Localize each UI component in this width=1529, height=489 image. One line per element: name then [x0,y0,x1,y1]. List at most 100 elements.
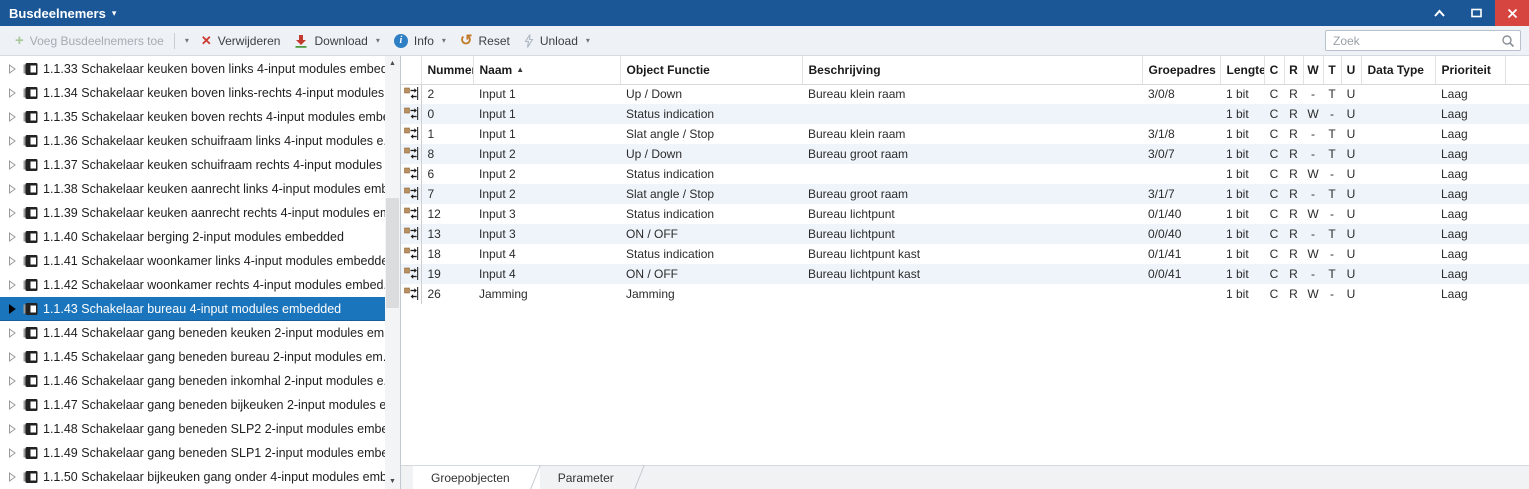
expand-arrow-icon[interactable] [7,63,18,75]
expand-arrow-icon[interactable] [7,231,18,243]
tree-item-device[interactable]: 1.1.43 Schakelaar bureau 4-input modules… [0,297,385,321]
table-row[interactable]: 6 Input 2 Status indication 1 bit C R W … [401,164,1529,184]
column-header-u[interactable]: U [1341,56,1362,85]
column-header-icon[interactable] [401,56,422,85]
panel-title-dropdown[interactable]: Busdeelnemers ▾ [0,6,116,21]
tree-item-device[interactable]: 1.1.34 Schakelaar keuken boven links-rec… [0,81,385,105]
cell-flag-r: R [1289,287,1298,301]
expand-arrow-icon[interactable] [7,207,18,219]
collapse-panel-button[interactable] [1421,0,1458,26]
table-row[interactable]: 26 Jamming Jamming 1 bit C R W - U Laag [401,284,1529,304]
scrollbar-thumb[interactable] [386,198,399,308]
cell-nummer: 12 [427,207,441,221]
column-header-groepadres[interactable]: Groepadres [1142,56,1221,85]
reset-button[interactable]: ↺ Reset [453,29,517,53]
expand-arrow-icon[interactable] [7,447,18,459]
scroll-up-icon[interactable]: ▲ [385,56,400,71]
table-row[interactable]: 12 Input 3 Status indication Bureau lich… [401,204,1529,224]
maximize-button[interactable] [1458,0,1495,26]
column-header-prioriteit[interactable]: Prioriteit [1435,56,1506,85]
expand-arrow-icon[interactable] [7,303,18,315]
expand-arrow-icon[interactable] [7,87,18,99]
cell-prioriteit: Laag [1441,227,1468,241]
cell-flag-u: U [1346,287,1356,301]
expand-arrow-icon[interactable] [7,111,18,123]
expand-arrow-icon[interactable] [7,399,18,411]
tree-item-device[interactable]: 1.1.41 Schakelaar woonkamer links 4-inpu… [0,249,385,273]
tree-item-device[interactable]: 1.1.47 Schakelaar gang beneden bijkeuken… [0,393,385,417]
cell-flag-c: C [1269,247,1279,261]
tree-item-device[interactable]: 1.1.33 Schakelaar keuken boven links 4-i… [0,57,385,81]
tree-item-device[interactable]: 1.1.42 Schakelaar woonkamer rechts 4-inp… [0,273,385,297]
expand-arrow-icon[interactable] [7,423,18,435]
cell-prioriteit: Laag [1441,187,1468,201]
table-row[interactable]: 18 Input 4 Status indication Bureau lich… [401,244,1529,264]
table-row[interactable]: 19 Input 4 ON / OFF Bureau lichtpunt kas… [401,264,1529,284]
expand-arrow-icon[interactable] [7,255,18,267]
column-header-nummer[interactable]: Nummer [421,56,474,85]
expand-arrow-icon[interactable] [7,375,18,387]
cell-prioriteit: Laag [1441,267,1468,281]
close-button[interactable] [1495,0,1529,26]
table-row[interactable]: 7 Input 2 Slat angle / Stop Bureau groot… [401,184,1529,204]
toolbar-separator [173,32,175,49]
table-row[interactable]: 2 Input 1 Up / Down Bureau klein raam 3/… [401,84,1529,104]
column-header-object-functie[interactable]: Object Functie [620,56,803,85]
cell-filler [1505,244,1529,264]
expand-arrow-icon[interactable] [7,279,18,291]
tree-scrollbar[interactable]: ▲ ▼ [385,56,400,489]
cell-nummer: 26 [427,287,441,301]
info-button[interactable]: i Info ▾ [387,29,453,53]
add-dropdown-button[interactable]: ▾ [178,29,194,53]
unload-button[interactable]: Unload ▾ [517,29,597,53]
cell-object-functie: Status indication [626,107,715,121]
tree-item-device[interactable]: 1.1.37 Schakelaar keuken schuifraam rech… [0,153,385,177]
cell-flag-u: U [1346,247,1356,261]
column-header-r[interactable]: R [1284,56,1304,85]
table-row[interactable]: 8 Input 2 Up / Down Bureau groot raam 3/… [401,144,1529,164]
expand-arrow-icon[interactable] [7,183,18,195]
tree-item-device[interactable]: 1.1.50 Schakelaar bijkeuken gang onder 4… [0,465,385,489]
scroll-down-icon[interactable]: ▼ [385,474,400,489]
cell-flag-w: W [1307,287,1319,301]
search-icon[interactable] [1501,34,1515,48]
tree-item-device[interactable]: 1.1.45 Schakelaar gang beneden bureau 2-… [0,345,385,369]
table-row[interactable]: 1 Input 1 Slat angle / Stop Bureau klein… [401,124,1529,144]
tree-item-device[interactable]: 1.1.49 Schakelaar gang beneden SLP1 2-in… [0,441,385,465]
tree-item-device[interactable]: 1.1.44 Schakelaar gang beneden keuken 2-… [0,321,385,345]
column-header-data-type[interactable]: Data Type [1361,56,1436,85]
cell-beschrijving [802,104,1142,124]
panel-titlebar: Busdeelnemers ▾ [0,0,1529,26]
cell-flag-t: - [1330,207,1334,221]
table-row[interactable]: 13 Input 3 ON / OFF Bureau lichtpunt 0/0… [401,224,1529,244]
cell-flag-c: C [1269,127,1279,141]
expand-arrow-icon[interactable] [7,327,18,339]
expand-arrow-icon[interactable] [7,159,18,171]
tree-item-device[interactable]: 1.1.39 Schakelaar keuken aanrecht rechts… [0,201,385,225]
expand-arrow-icon[interactable] [7,351,18,363]
download-button[interactable]: Download ▾ [287,29,386,53]
tree-item-device[interactable]: 1.1.36 Schakelaar keuken schuifraam link… [0,129,385,153]
device-label: 1.1.36 Schakelaar keuken schuifraam link… [43,134,385,148]
column-header-lengte[interactable]: Lengte [1220,56,1265,85]
column-header-beschrijving[interactable]: Beschrijving [802,56,1143,85]
search-input[interactable] [1331,32,1501,49]
expand-arrow-icon[interactable] [7,471,18,483]
expand-arrow-icon[interactable] [7,135,18,147]
column-header-w[interactable]: W [1303,56,1324,85]
tab-groepobjecten[interactable]: Groepobjecten [413,466,540,489]
cell-beschrijving: Bureau lichtpunt [808,227,895,241]
column-header-c[interactable]: C [1264,56,1285,85]
add-busdeelnemers-button[interactable]: + Voeg Busdeelnemers toe [8,29,171,53]
tree-item-device[interactable]: 1.1.38 Schakelaar keuken aanrecht links … [0,177,385,201]
tree-item-device[interactable]: 1.1.40 Schakelaar berging 2-input module… [0,225,385,249]
tree-item-device[interactable]: 1.1.48 Schakelaar gang beneden SLP2 2-in… [0,417,385,441]
delete-button[interactable]: ✕ Verwijderen [194,29,288,53]
cell-flag-u: U [1346,207,1356,221]
tab-parameter[interactable]: Parameter [540,466,644,489]
table-row[interactable]: 0 Input 1 Status indication 1 bit C R W … [401,104,1529,124]
column-header-naam[interactable]: Naam ▲ [473,56,621,85]
column-header-t[interactable]: T [1323,56,1342,85]
tree-item-device[interactable]: 1.1.46 Schakelaar gang beneden inkomhal … [0,369,385,393]
tree-item-device[interactable]: 1.1.35 Schakelaar keuken boven rechts 4-… [0,105,385,129]
